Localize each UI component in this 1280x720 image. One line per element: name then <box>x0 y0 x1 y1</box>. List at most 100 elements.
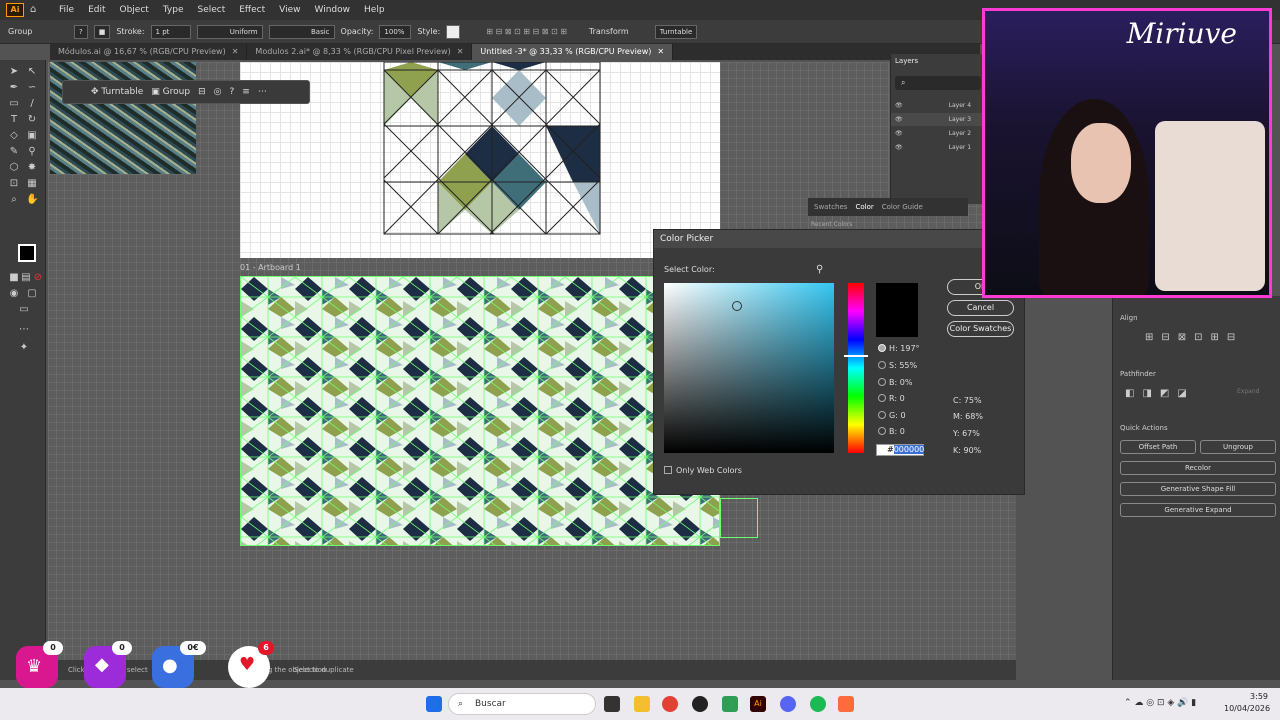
hand-tool-icon[interactable]: ✋ <box>26 194 38 206</box>
tab-swatches[interactable]: Swatches <box>814 198 847 216</box>
tray-icons[interactable]: ⌃ ☁ ◎ ⊡ ◈ 🔊 ▮ <box>1124 698 1196 708</box>
cyan-row[interactable]: C: 75% <box>953 396 982 405</box>
eye-icon[interactable]: 👁 <box>895 116 903 123</box>
hex-input[interactable]: #000000 <box>876 444 925 456</box>
help-context-icon[interactable]: ? <box>229 87 234 97</box>
menu-type[interactable]: Type <box>156 5 191 15</box>
offset-path-button[interactable]: Offset Path <box>1120 440 1196 454</box>
layer-row-1[interactable]: 👁 Layer 1 <box>891 141 983 154</box>
brightness-radio[interactable] <box>878 378 886 386</box>
hue-handle[interactable] <box>844 355 868 357</box>
ungroup-button[interactable]: Ungroup <box>1200 440 1276 454</box>
menu-help[interactable]: Help <box>357 5 392 15</box>
symbol-tool-icon[interactable]: ✸ <box>26 162 38 174</box>
layer-row-4[interactable]: 👁 Layer 4 <box>891 99 983 112</box>
draw-mode-icon[interactable]: ◉ <box>8 288 20 300</box>
blue-value[interactable]: 0 <box>900 427 905 436</box>
eye-icon[interactable]: 👁 <box>895 130 903 137</box>
hue-radio[interactable] <box>878 344 886 352</box>
close-icon[interactable]: ✕ <box>457 47 464 56</box>
align-context-icon[interactable]: ⊟ <box>198 87 206 97</box>
fish-texture-image[interactable] <box>50 62 196 174</box>
brush-definition[interactable]: Basic <box>268 24 335 39</box>
file-explorer-icon[interactable] <box>634 696 650 712</box>
saturation-radio[interactable] <box>878 361 886 369</box>
tab-modulos[interactable]: Módulos.ai @ 16,67 % (RGB/CPU Preview) ✕ <box>50 44 248 60</box>
home-icon[interactable]: ⌂ <box>30 4 44 16</box>
brightness-value[interactable]: 0% <box>900 378 913 387</box>
discord-icon[interactable] <box>780 696 796 712</box>
task-view-icon[interactable] <box>604 696 620 712</box>
layer-row-2[interactable]: 👁 Layer 2 <box>891 127 983 140</box>
color-cursor[interactable] <box>732 301 742 311</box>
spotify-icon[interactable] <box>810 696 826 712</box>
line-tool-icon[interactable]: / <box>26 98 38 110</box>
spreadsheet-icon[interactable] <box>722 696 738 712</box>
transform-button[interactable]: Transform <box>589 27 629 36</box>
tab-color[interactable]: Color <box>855 198 873 216</box>
expand-button[interactable]: Expand <box>1237 388 1259 395</box>
shape-builder-tool-icon[interactable]: ⬡ <box>8 162 20 174</box>
yellow-row[interactable]: Y: 67% <box>953 429 980 438</box>
black-value[interactable]: 90% <box>963 446 981 455</box>
artboard-tool-icon[interactable]: ⊡ <box>8 178 20 190</box>
stroke-weight-input[interactable]: 1 pt <box>150 24 191 39</box>
recolor-button[interactable]: Recolor <box>1120 461 1276 475</box>
gradient-mode-icon[interactable]: ▤ <box>20 272 32 284</box>
menu-view[interactable]: View <box>272 5 307 15</box>
scale-tool-icon[interactable]: ▣ <box>26 130 38 142</box>
chrome-icon[interactable] <box>662 696 678 712</box>
menu-effect[interactable]: Effect <box>232 5 272 15</box>
hue-value[interactable]: 197° <box>900 344 919 353</box>
pen-tool-icon[interactable]: ✒ <box>8 82 20 94</box>
menu-window[interactable]: Window <box>308 5 358 15</box>
eraser-tool-icon[interactable]: ◇ <box>8 130 20 142</box>
saturation-row[interactable]: S: 55% <box>878 361 917 370</box>
hue-slider[interactable] <box>844 283 868 453</box>
generative-expand-button[interactable]: Generative Expand <box>1120 503 1276 517</box>
eye-icon[interactable]: 👁 <box>895 102 903 109</box>
taskbar-search[interactable]: ⌕ Buscar <box>448 693 596 715</box>
rotate-tool-icon[interactable]: ↻ <box>26 114 38 126</box>
rectangle-tool-icon[interactable]: ▭ <box>8 98 20 110</box>
clock-date[interactable]: 10/04/2026 <box>1224 704 1270 713</box>
direct-selection-tool-icon[interactable]: ↖ <box>26 66 38 78</box>
screen-mode-toggle-icon[interactable]: ▭ <box>18 304 30 316</box>
tab-untitled-3[interactable]: Untitled -3* @ 33,33 % (RGB/CPU Preview)… <box>472 44 674 60</box>
generative-shape-fill-button[interactable]: Generative Shape Fill <box>1120 482 1276 496</box>
only-web-checkbox[interactable] <box>664 466 672 474</box>
artboard-top[interactable] <box>240 61 720 258</box>
green-value[interactable]: 0 <box>900 411 905 420</box>
more-context-icon[interactable]: ⋯ <box>258 87 267 97</box>
stroke-swatch[interactable]: ■ <box>93 24 111 39</box>
recolor-context-icon[interactable]: ◎ <box>214 87 222 97</box>
tab-color-guide[interactable]: Color Guide <box>882 198 923 216</box>
stroke-color-swatch[interactable] <box>18 244 36 262</box>
more-tools-icon[interactable]: ⋯ <box>18 324 30 336</box>
menu-edit[interactable]: Edit <box>81 5 112 15</box>
screen-mode-icon[interactable]: ▢ <box>26 288 38 300</box>
red-value[interactable]: 0 <box>900 394 905 403</box>
illustrator-icon[interactable]: Ai <box>750 696 766 712</box>
app-icon[interactable] <box>838 696 854 712</box>
magenta-value[interactable]: 68% <box>965 412 983 421</box>
pathfinder-icons[interactable]: ◧◨◩◪ <box>1125 388 1195 399</box>
selection-tool-icon[interactable]: ➤ <box>8 66 20 78</box>
close-icon[interactable]: ✕ <box>657 47 664 56</box>
blue-row[interactable]: B: 0 <box>878 427 905 436</box>
hue-row[interactable]: H: 197° <box>878 344 920 353</box>
curvature-tool-icon[interactable]: ∽ <box>26 82 38 94</box>
black-row[interactable]: K: 90% <box>953 446 981 455</box>
saturation-brightness-field[interactable] <box>664 283 834 453</box>
color-swatches-button[interactable]: Color Swatches <box>947 321 1014 337</box>
menu-file[interactable]: File <box>52 5 81 15</box>
variable-width-profile[interactable]: Uniform <box>196 24 263 39</box>
green-row[interactable]: G: 0 <box>878 411 906 420</box>
green-radio[interactable] <box>878 411 886 419</box>
cancel-button[interactable]: Cancel <box>947 300 1014 316</box>
eyedropper-tool-icon[interactable]: ⚲ <box>26 146 38 158</box>
obs-icon[interactable] <box>692 696 708 712</box>
opacity-input[interactable]: 100% <box>379 24 412 39</box>
align-icons[interactable]: ⊞ ⊟ ⊠ ⊡ ⊞ ⊟ ⊠ ⊡ ⊞ <box>486 27 567 36</box>
saturation-value[interactable]: 55% <box>899 361 917 370</box>
